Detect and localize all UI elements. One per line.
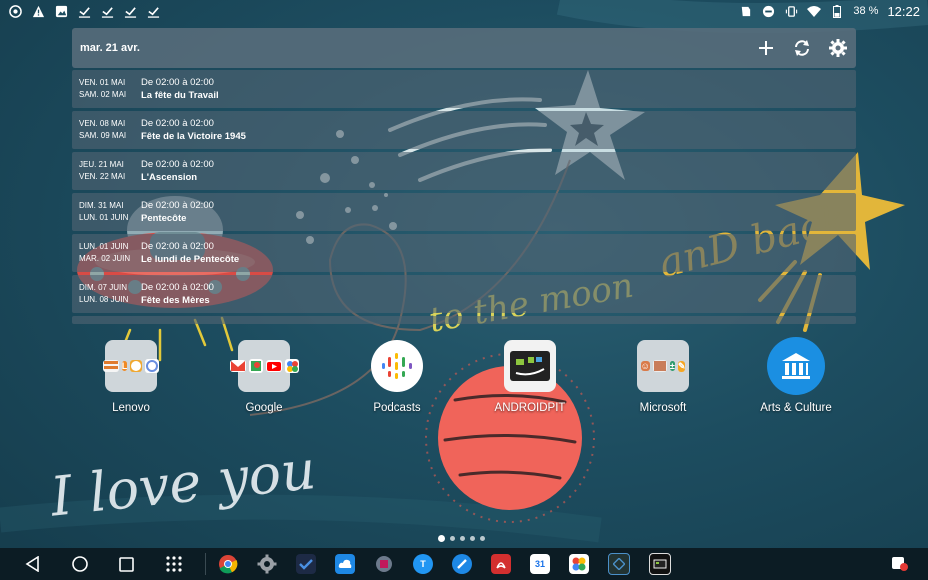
app-label: Lenovo bbox=[112, 402, 150, 414]
calendar-header: mar. 21 avr. bbox=[72, 28, 856, 68]
refresh-button[interactable] bbox=[792, 38, 812, 58]
androidpit-icon bbox=[504, 340, 556, 392]
status-notifications bbox=[8, 4, 160, 18]
nfc-icon bbox=[738, 4, 752, 18]
clock: 12:22 bbox=[887, 3, 920, 19]
event-title: Fête de la Victoire 1945 bbox=[141, 131, 246, 142]
event-time: De 02:00 à 02:00 bbox=[141, 77, 214, 88]
chrome-icon[interactable] bbox=[218, 554, 238, 574]
event-start: VEN. 01 MAI bbox=[79, 78, 126, 87]
page-dot[interactable] bbox=[438, 535, 445, 542]
event-end: SAM. 09 MAI bbox=[79, 131, 127, 140]
event-title: Pentecôte bbox=[141, 213, 187, 224]
androidpit-icon[interactable] bbox=[649, 553, 671, 575]
event-row[interactable]: LUN. 01 JUIN MAR. 02 JUIN De 02:00 à 02:0… bbox=[72, 234, 856, 272]
home-button[interactable] bbox=[56, 548, 103, 580]
app-androidpit[interactable]: ANDROIDPIT bbox=[485, 340, 575, 414]
app-podcasts[interactable]: Podcasts bbox=[352, 340, 442, 414]
app-arts-culture[interactable]: Arts & Culture bbox=[751, 337, 841, 414]
cloud-app-icon[interactable] bbox=[335, 554, 355, 574]
page-indicator bbox=[438, 535, 485, 542]
event-start: DIM. 31 MAI bbox=[79, 201, 124, 210]
settings-gear-icon[interactable] bbox=[828, 38, 848, 58]
event-end: LUN. 01 JUIN bbox=[79, 213, 129, 222]
page-dot[interactable] bbox=[450, 536, 455, 541]
edit-pen-icon[interactable] bbox=[452, 554, 472, 574]
calendar-widget: mar. 21 avr. VEN. 01 MAI SAM. 02 MAI De 0… bbox=[72, 28, 856, 324]
app-google-folder[interactable]: Google bbox=[219, 340, 309, 414]
calendar-date[interactable]: mar. 21 avr. bbox=[80, 42, 140, 54]
check-icon bbox=[123, 4, 137, 18]
event-title: La fête du Travail bbox=[141, 90, 219, 101]
translate-icon[interactable]: T bbox=[413, 554, 433, 574]
do-not-disturb-icon bbox=[761, 4, 775, 18]
arts-culture-icon bbox=[767, 337, 825, 395]
app-drawer-button[interactable] bbox=[150, 548, 197, 580]
app-label: Arts & Culture bbox=[760, 402, 832, 414]
event-list: VEN. 01 MAI SAM. 02 MAI De 02:00 à 02:00 L… bbox=[72, 70, 856, 324]
page-dot[interactable] bbox=[470, 536, 475, 541]
event-start: JEU. 21 MAI bbox=[79, 160, 124, 169]
microsoft-folder-icon: ☺ ± ✎ bbox=[637, 340, 689, 392]
app-label: Google bbox=[245, 402, 283, 414]
event-title: Fête des Mères bbox=[141, 295, 210, 306]
alert-icon bbox=[31, 4, 45, 18]
podcasts-icon bbox=[371, 340, 423, 392]
check-icon bbox=[146, 4, 160, 18]
event-end: LUN. 08 JUIN bbox=[79, 295, 129, 304]
battery-icon bbox=[830, 4, 844, 18]
check-icon bbox=[77, 4, 91, 18]
event-title: L'Ascension bbox=[141, 172, 198, 183]
calendar-app-icon[interactable]: 31 bbox=[530, 554, 550, 574]
event-title: Le lundi de Pentecôte bbox=[141, 254, 240, 265]
notification-icon[interactable] bbox=[890, 554, 908, 572]
wifi-icon bbox=[807, 4, 822, 18]
event-start: LUN. 01 JUIN bbox=[79, 242, 129, 251]
app-label: Microsoft bbox=[639, 402, 687, 414]
event-time: De 02:00 à 02:00 bbox=[141, 200, 214, 211]
taskbar-apps: T 31 bbox=[218, 553, 671, 575]
event-row[interactable]: VEN. 08 MAI SAM. 09 MAI De 02:00 à 02:00 F… bbox=[72, 111, 856, 149]
event-row[interactable]: DIM. 07 JUIN LUN. 08 JUIN De 02:00 à 02:0… bbox=[72, 275, 856, 313]
event-row[interactable]: VEN. 01 MAI SAM. 02 MAI De 02:00 à 02:00 L… bbox=[72, 70, 856, 108]
app-lenovo-folder[interactable]: L Lenovo bbox=[86, 340, 176, 414]
event-time: De 02:00 à 02:00 bbox=[141, 282, 214, 293]
event-row-partial bbox=[72, 316, 856, 324]
event-time: De 02:00 à 02:00 bbox=[141, 159, 214, 170]
app-label: Podcasts bbox=[373, 402, 421, 414]
back-button[interactable] bbox=[9, 548, 56, 580]
navigation-bar: T 31 bbox=[0, 548, 928, 580]
check-icon bbox=[100, 4, 114, 18]
event-time: De 02:00 à 02:00 bbox=[141, 118, 214, 129]
event-start: DIM. 07 JUIN bbox=[79, 283, 128, 292]
event-end: MAR. 02 JUIN bbox=[79, 254, 131, 263]
divider bbox=[205, 553, 206, 575]
status-system: 38 % 12:22 bbox=[738, 4, 920, 19]
screen-capture-icon[interactable] bbox=[608, 553, 630, 575]
settings-gear-icon[interactable] bbox=[257, 554, 277, 574]
battery-level: 38 % bbox=[853, 5, 879, 17]
add-event-button[interactable] bbox=[756, 38, 776, 58]
event-end: SAM. 02 MAI bbox=[79, 90, 127, 99]
lenovo-folder-icon: L bbox=[102, 340, 160, 392]
google-folder-icon bbox=[229, 340, 299, 392]
chrome-icon bbox=[8, 4, 22, 18]
system-update-icon[interactable] bbox=[374, 554, 394, 574]
tasks-check-icon[interactable] bbox=[296, 554, 316, 574]
page-dot[interactable] bbox=[460, 536, 465, 541]
event-row[interactable]: DIM. 31 MAI LUN. 01 JUIN De 02:00 à 02:00… bbox=[72, 193, 856, 231]
image-icon bbox=[54, 4, 68, 18]
event-row[interactable]: JEU. 21 MAI VEN. 22 MAI De 02:00 à 02:00 L… bbox=[72, 152, 856, 190]
event-start: VEN. 08 MAI bbox=[79, 119, 126, 128]
app-label: ANDROIDPIT bbox=[494, 402, 566, 414]
event-end: VEN. 22 MAI bbox=[79, 172, 126, 181]
photos-app-icon[interactable] bbox=[569, 554, 589, 574]
vibrate-icon bbox=[784, 4, 798, 18]
status-bar: 38 % 12:22 bbox=[0, 0, 928, 22]
pdf-reader-icon[interactable] bbox=[491, 554, 511, 574]
event-time: De 02:00 à 02:00 bbox=[141, 241, 214, 252]
app-microsoft-folder[interactable]: ☺ ± ✎ Microsoft bbox=[618, 340, 708, 414]
page-dot[interactable] bbox=[480, 536, 485, 541]
recents-button[interactable] bbox=[103, 548, 150, 580]
